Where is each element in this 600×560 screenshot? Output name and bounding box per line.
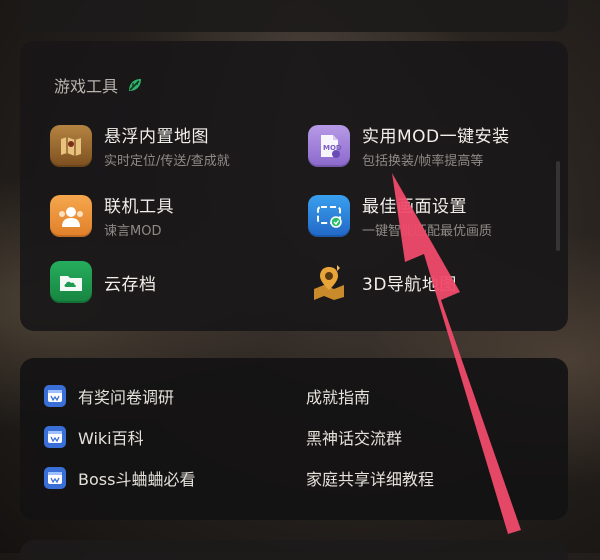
scrollbar[interactable] [556, 161, 560, 251]
mod-file-icon: MOD [308, 124, 350, 167]
web-link-icon [44, 467, 66, 489]
web-link-icon [44, 426, 66, 448]
tool-name: 悬浮内置地图 [104, 127, 209, 147]
section-header: 游戏工具 [54, 73, 144, 97]
link-chat-group[interactable]: 黑神话交流群 [306, 425, 402, 449]
link-label: Boss斗蛐蛐必看 [78, 470, 196, 489]
svg-text:MOD: MOD [323, 144, 342, 152]
tool-multiplayer[interactable]: 联机工具 谏言MOD [50, 192, 174, 239]
game-tools-panel: 游戏工具 悬浮内置地图 实时定位/传送/查成就 MOD 实用MOD一键安装 包括… [20, 41, 568, 331]
tool-desc: 包括换装/帧率提高等 [362, 154, 484, 169]
tool-name: 3D导航地图 [362, 274, 457, 295]
tool-name: 实用MOD一键安装 [362, 127, 510, 147]
multiplayer-icon [50, 194, 92, 237]
link-family-share-tutorial[interactable]: 家庭共享详细教程 [306, 466, 434, 490]
tool-name: 联机工具 [104, 197, 174, 217]
leaf-icon [129, 79, 142, 91]
map-icon [50, 124, 92, 167]
tool-desc: 实时定位/传送/查成就 [104, 154, 230, 169]
link-label: 有奖问卷调研 [78, 388, 175, 407]
web-link-icon [44, 385, 66, 407]
section-title: 游戏工具 [54, 77, 119, 96]
link-label: 黑神话交流群 [306, 429, 403, 448]
link-achievement-guide[interactable]: 成就指南 [306, 384, 370, 408]
screen-settings-icon [308, 194, 350, 237]
cloud-folder-icon [50, 261, 92, 303]
link-boss-guide[interactable]: Boss斗蛐蛐必看 [44, 466, 195, 490]
link-survey[interactable]: 有奖问卷调研 [44, 384, 174, 408]
tool-desc: 谏言MOD [104, 224, 162, 239]
tool-name: 最佳画面设置 [362, 197, 467, 217]
tool-mod-install[interactable]: MOD 实用MOD一键安装 包括换装/帧率提高等 [308, 122, 510, 169]
tool-best-graphics[interactable]: 最佳画面设置 一键智能匹配最优画质 [308, 192, 492, 239]
links-panel: 有奖问卷调研 成就指南 Wiki百科 黑神话交流群 Boss斗蛐蛐必看 家庭共享… [20, 358, 568, 520]
link-label: 家庭共享详细教程 [306, 470, 435, 489]
tool-name: 云存档 [104, 274, 157, 295]
link-label: 成就指南 [306, 388, 371, 407]
link-wiki[interactable]: Wiki百科 [44, 425, 144, 449]
link-label: Wiki百科 [78, 429, 144, 448]
tool-3d-map[interactable]: 3D导航地图 [308, 261, 457, 303]
previous-panel-edge [20, 0, 568, 32]
next-panel-edge [20, 540, 568, 560]
tool-desc: 一键智能匹配最优画质 [362, 224, 493, 239]
tool-cloud-save[interactable]: 云存档 [50, 261, 157, 303]
3d-map-pin-icon [308, 261, 350, 303]
tool-floating-map[interactable]: 悬浮内置地图 实时定位/传送/查成就 [50, 122, 230, 169]
